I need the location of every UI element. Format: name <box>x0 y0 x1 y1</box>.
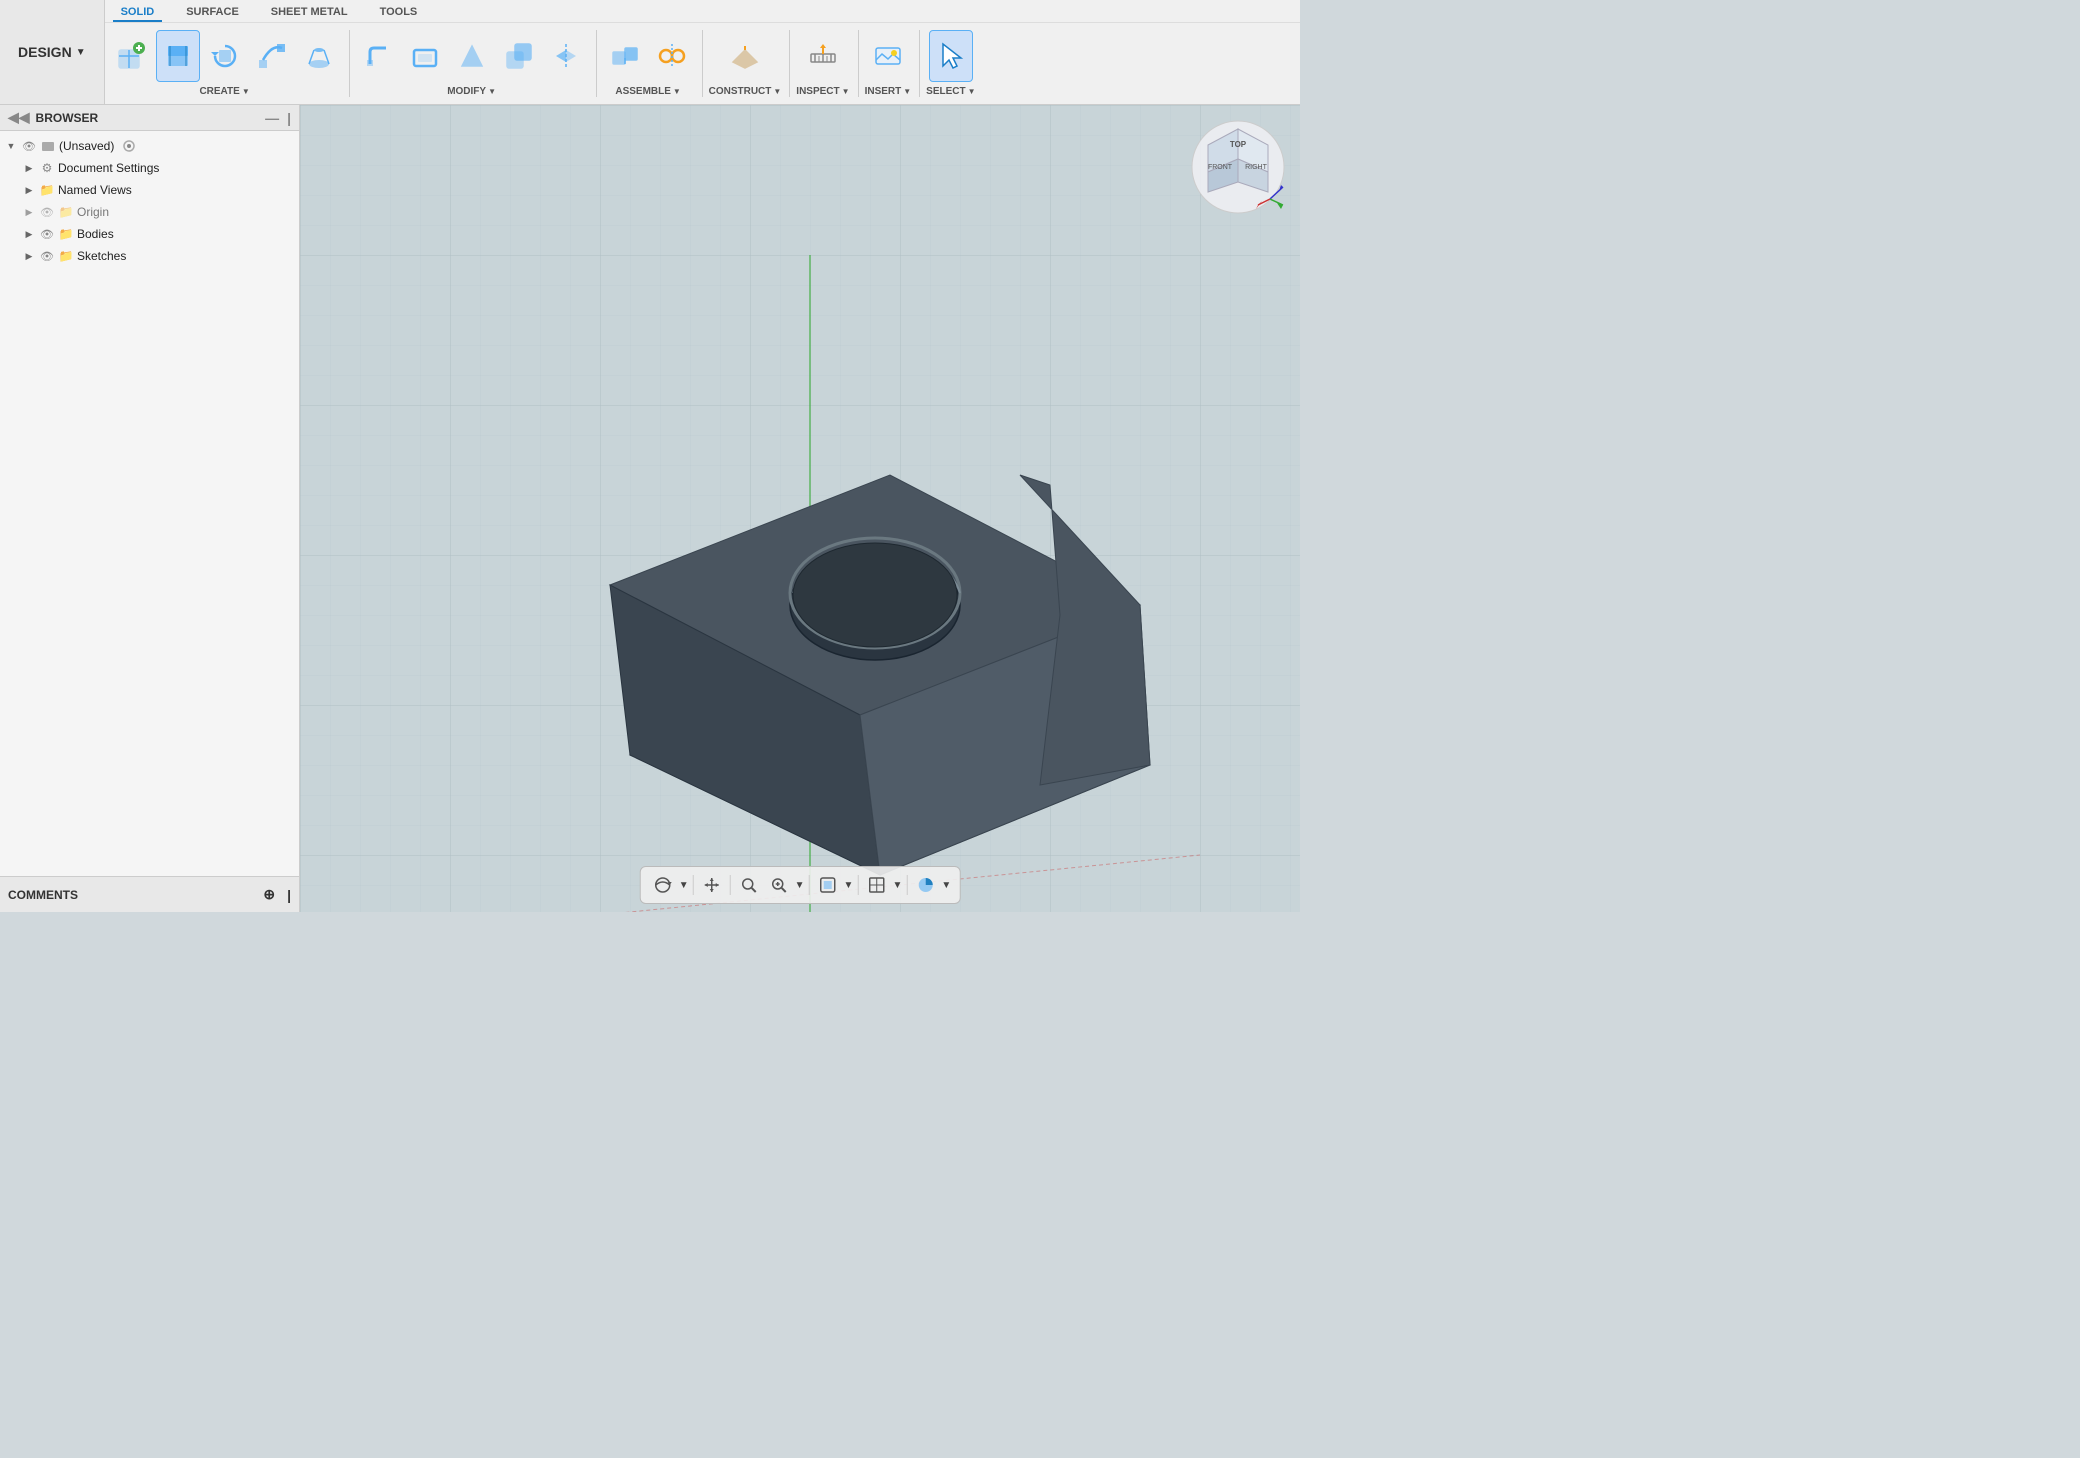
browser-collapse-icon[interactable]: — <box>265 110 279 126</box>
tab-sheet-metal[interactable]: SHEET METAL <box>263 4 356 22</box>
select-label[interactable]: SELECT ▼ <box>926 86 975 97</box>
divider-1 <box>693 875 694 895</box>
tree-root-item[interactable]: ▼ 👁 (Unsaved) <box>0 135 299 157</box>
modify-shell-icon[interactable] <box>403 30 447 82</box>
viewport[interactable]: 100 TOP RIGHT FRONT <box>300 105 1300 912</box>
orbit-dropdown[interactable]: ▼ <box>679 880 689 891</box>
grid-icon[interactable] <box>862 871 890 899</box>
tree-named-views[interactable]: ▶ 📁 Named Views <box>0 179 299 201</box>
assemble-new-component-icon[interactable] <box>603 30 647 82</box>
orbit-icon[interactable] <box>649 871 677 899</box>
construct-plane-icon[interactable] <box>723 30 767 82</box>
origin-visibility-icon[interactable]: 👁 <box>39 204 55 220</box>
left-panel: ◀◀ BROWSER — | ▼ 👁 (Unsaved) ▶ ⚙ <box>0 105 300 912</box>
svg-text:FRONT: FRONT <box>1208 164 1233 171</box>
svg-text:RIGHT: RIGHT <box>1245 164 1268 171</box>
browser-header: ◀◀ BROWSER — | <box>0 105 299 131</box>
sketches-arrow[interactable]: ▶ <box>22 249 36 263</box>
comments-add-icon[interactable]: ⊕ <box>263 886 275 903</box>
root-visibility-icon[interactable]: 👁 <box>21 138 37 154</box>
doc-settings-arrow[interactable]: ▶ <box>22 161 36 175</box>
tree-origin[interactable]: ▶ 👁 📁 Origin <box>0 201 299 223</box>
divider-2 <box>730 875 731 895</box>
construct-label[interactable]: CONSTRUCT ▼ <box>709 86 782 97</box>
visual-style-icon[interactable] <box>911 871 939 899</box>
modify-mirror-icon[interactable] <box>544 30 588 82</box>
modify-draft-icon[interactable] <box>450 30 494 82</box>
main-toolbar: DESIGN ▼ SOLID SURFACE SHEET METAL TOOLS <box>0 0 1300 105</box>
doc-settings-gear-icon: ⚙ <box>39 160 55 176</box>
loft-icon[interactable] <box>297 30 341 82</box>
tab-tools[interactable]: TOOLS <box>372 4 426 22</box>
bodies-visibility-icon[interactable]: 👁 <box>39 226 55 242</box>
root-record-icon <box>121 138 137 154</box>
view-cube[interactable]: TOP RIGHT FRONT <box>1188 117 1288 217</box>
zoom-icon[interactable] <box>735 871 763 899</box>
origin-arrow[interactable]: ▶ <box>22 205 36 219</box>
sweep-icon[interactable] <box>250 30 294 82</box>
inspect-label[interactable]: INSPECT ▼ <box>796 86 849 97</box>
comments-panel[interactable]: COMMENTS ⊕ | <box>0 876 299 912</box>
design-button[interactable]: DESIGN ▼ <box>0 0 105 104</box>
insert-image-icon[interactable] <box>866 30 910 82</box>
comments-pin-icon[interactable]: | <box>287 887 291 903</box>
divider-5 <box>906 875 907 895</box>
zoom-fit-icon[interactable] <box>765 871 793 899</box>
root-body-icon <box>40 138 56 154</box>
browser-pin-icon[interactable]: | <box>287 110 291 126</box>
divider-4 <box>857 875 858 895</box>
tree-root-arrow[interactable]: ▼ <box>4 139 18 153</box>
tree-document-settings[interactable]: ▶ ⚙ Document Settings <box>0 157 299 179</box>
tab-surface[interactable]: SURFACE <box>178 4 247 22</box>
modify-label[interactable]: MODIFY ▼ <box>447 86 496 97</box>
named-views-arrow[interactable]: ▶ <box>22 183 36 197</box>
insert-label[interactable]: INSERT ▼ <box>865 86 912 97</box>
assemble-joint-icon[interactable] <box>650 30 694 82</box>
extrude-icon[interactable] <box>156 30 200 82</box>
tree-bodies[interactable]: ▶ 👁 📁 Bodies <box>0 223 299 245</box>
assemble-label[interactable]: ASSEMBLE ▼ <box>615 86 680 97</box>
named-views-folder-icon: 📁 <box>39 182 55 198</box>
main-area: ◀◀ BROWSER — | ▼ 👁 (Unsaved) ▶ ⚙ <box>0 105 1300 912</box>
modify-combine-icon[interactable] <box>497 30 541 82</box>
display-mode-icon[interactable] <box>814 871 842 899</box>
pan-icon[interactable] <box>698 871 726 899</box>
tab-solid[interactable]: SOLID <box>113 4 163 22</box>
bodies-arrow[interactable]: ▶ <box>22 227 36 241</box>
inspect-measure-icon[interactable] <box>801 30 845 82</box>
sketches-visibility-icon[interactable]: 👁 <box>39 248 55 264</box>
modify-fillet-icon[interactable] <box>356 30 400 82</box>
tree-sketches[interactable]: ▶ 👁 📁 Sketches <box>0 245 299 267</box>
revolve-icon[interactable] <box>203 30 247 82</box>
origin-folder-icon: 📁 <box>58 204 74 220</box>
zoom-dropdown[interactable]: ▼ <box>795 880 805 891</box>
select-cursor-icon[interactable] <box>929 30 973 82</box>
grid-dropdown[interactable]: ▼ <box>892 880 902 891</box>
display-dropdown[interactable]: ▼ <box>844 880 854 891</box>
divider-3 <box>809 875 810 895</box>
sketches-folder-icon: 📁 <box>58 248 74 264</box>
browser-tree: ▼ 👁 (Unsaved) ▶ ⚙ Document Settings ▶ 📁 <box>0 131 299 876</box>
bottom-toolbar: ▼ ▼ ▼ ▼ <box>640 866 961 904</box>
create-label[interactable]: CREATE ▼ <box>199 86 249 97</box>
svg-text:TOP: TOP <box>1230 140 1247 149</box>
visual-style-dropdown[interactable]: ▼ <box>941 880 951 891</box>
bodies-folder-icon: 📁 <box>58 226 74 242</box>
create-new-body-icon[interactable] <box>109 30 153 82</box>
